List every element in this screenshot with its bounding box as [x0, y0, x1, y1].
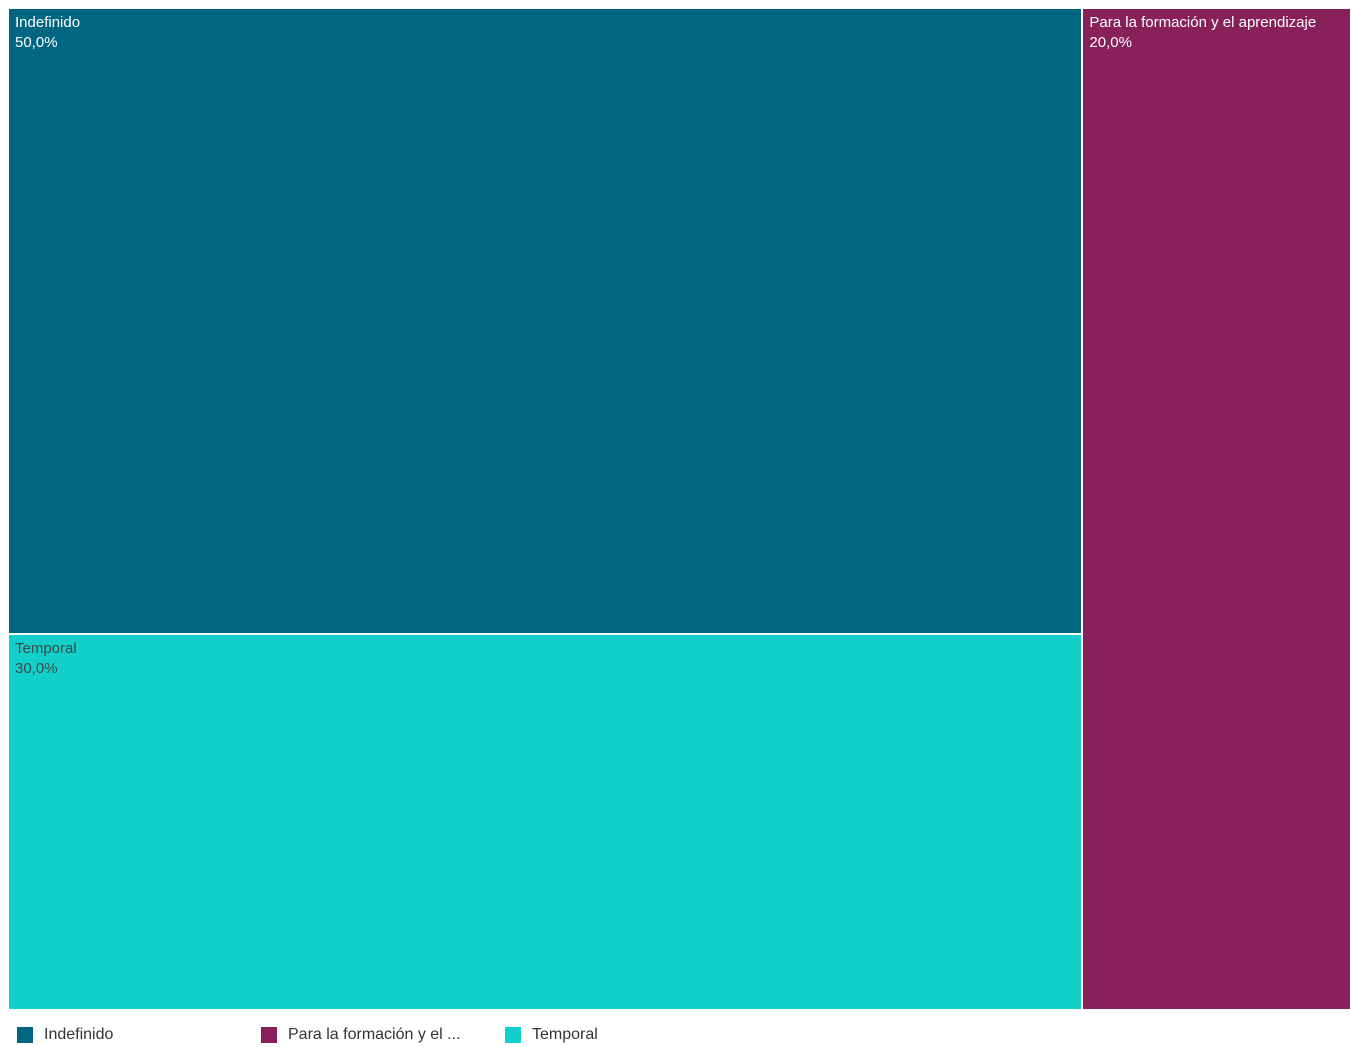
tile-formacion-value: 20,0%: [1089, 34, 1132, 51]
tile-temporal[interactable]: Temporal 30,0%: [8, 634, 1083, 1010]
tile-indefinido-label: Indefinido 50,0%: [15, 13, 80, 53]
legend-swatch-indefinido: [17, 1027, 33, 1043]
tile-indefinido-name: Indefinido: [15, 14, 81, 31]
legend-item-temporal[interactable]: Temporal: [505, 1024, 598, 1046]
tile-indefinido[interactable]: Indefinido 50,0%: [8, 8, 1083, 635]
treemap-chart: Indefinido 50,0% Temporal 30,0% Para la …: [8, 8, 1351, 1010]
legend-item-indefinido[interactable]: Indefinido: [17, 1024, 113, 1046]
legend-swatch-formacion: [261, 1027, 277, 1043]
legend-label-formacion: Para la formación y el ...: [288, 1026, 461, 1043]
tile-formacion-name: Para la formación y el aprendizaje: [1089, 14, 1317, 31]
tile-temporal-value: 30,0%: [15, 660, 58, 678]
legend-swatch-temporal: [505, 1027, 521, 1043]
legend-label-temporal: Temporal: [532, 1026, 598, 1043]
tile-temporal-label: Temporal 30,0%: [15, 639, 77, 679]
tile-formacion-label: Para la formación y el aprendizaje 20,0%: [1089, 13, 1316, 53]
tile-temporal-name: Temporal: [15, 640, 77, 658]
legend-item-formacion[interactable]: Para la formación y el ...: [261, 1024, 461, 1046]
legend-label-indefinido: Indefinido: [44, 1026, 114, 1043]
tile-indefinido-value: 50,0%: [15, 34, 58, 51]
tile-formacion[interactable]: Para la formación y el aprendizaje 20,0%: [1082, 8, 1351, 1010]
